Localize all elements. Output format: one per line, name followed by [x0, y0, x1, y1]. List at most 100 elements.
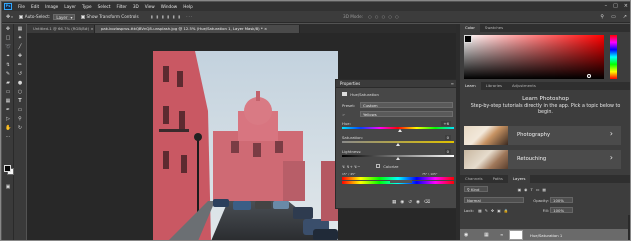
- tab-adjustments[interactable]: Adjustments: [507, 82, 541, 90]
- foreground-color-swatch[interactable]: [4, 165, 11, 172]
- workspace-icon[interactable]: ▭: [611, 14, 616, 20]
- view-previous-icon[interactable]: ◉: [400, 200, 408, 205]
- tab-photo[interactable]: pak-kozlasprus-ttkQBVnQ8-unsplash.jpg @ …: [95, 25, 300, 33]
- layer-filter-icons[interactable]: ▣◉T▭▦: [518, 187, 549, 192]
- photo-image[interactable]: [153, 51, 338, 240]
- tab-layers[interactable]: Layers: [507, 175, 531, 183]
- lightness-value[interactable]: 0: [444, 149, 451, 154]
- eyedropper-tool-icon[interactable]: ↯: [5, 62, 11, 68]
- hue-strip[interactable]: [610, 35, 617, 79]
- color-picker-cursor[interactable]: [587, 74, 591, 78]
- tab-paths[interactable]: Paths: [488, 175, 508, 183]
- learn-card-retouching[interactable]: Retouching ›: [464, 150, 621, 169]
- minimize-icon[interactable]: –: [605, 3, 608, 9]
- menu-select[interactable]: Select: [98, 4, 111, 9]
- auto-select-dropdown[interactable]: Layer: [53, 13, 75, 20]
- zoom-tool-icon[interactable]: ⚲: [17, 116, 23, 122]
- tab-libraries[interactable]: Libraries: [481, 82, 507, 90]
- artboard-tool-icon[interactable]: ▦: [17, 26, 23, 32]
- brush-tool-icon[interactable]: ✎: [5, 71, 11, 77]
- pen-tool-icon[interactable]: ✒: [5, 107, 11, 113]
- maximize-icon[interactable]: □: [613, 3, 618, 9]
- lasso-tool-icon[interactable]: ➰: [5, 44, 11, 50]
- hand-tool-icon[interactable]: ✋: [5, 125, 11, 131]
- layer-mask-thumbnail[interactable]: [509, 230, 523, 240]
- stamp-tool-icon[interactable]: ▰: [5, 80, 11, 86]
- layer-name[interactable]: Hue/Saturation 1: [530, 233, 562, 238]
- layer-row-hue-saturation[interactable]: ◉ ▦ ∞ Hue/Saturation 1: [460, 229, 630, 240]
- tab-channels[interactable]: Channels: [460, 175, 488, 183]
- learn-card-photography[interactable]: Photography ›: [464, 126, 621, 145]
- tab-learn[interactable]: Learn: [460, 82, 481, 90]
- dodge-tool-icon[interactable]: ○: [17, 89, 23, 95]
- chevron-down-icon[interactable]: ▾: [11, 15, 13, 19]
- channel-dropdown[interactable]: Yellows: [360, 111, 453, 117]
- tab-untitled[interactable]: Untitled-1 @ 66.7% (RGB/8#) ×: [27, 25, 95, 33]
- reset-icon[interactable]: ↺: [408, 200, 416, 205]
- fill-field[interactable]: 100%: [550, 207, 574, 213]
- menu-edit[interactable]: Edit: [31, 4, 39, 9]
- quick-mask-icon[interactable]: ▣: [5, 184, 11, 190]
- eye-icon[interactable]: ◉: [464, 232, 468, 238]
- lock-icons[interactable]: ▦✎✥▣🔒: [478, 208, 511, 213]
- rotate-view-tool-icon[interactable]: ↻: [17, 125, 23, 131]
- type-tool-icon[interactable]: T: [17, 98, 23, 104]
- color-panel-foreground[interactable]: [464, 35, 472, 43]
- tab-swatches[interactable]: Swatches: [480, 24, 508, 32]
- auto-select-checkbox[interactable]: [18, 14, 23, 19]
- eyedropper-buttons[interactable]: ↯ ↯+ ↯−: [342, 164, 360, 169]
- hue-slider-thumb[interactable]: [398, 129, 403, 132]
- crop-tool-icon[interactable]: ⌖: [5, 53, 11, 59]
- color-picker-field[interactable]: [464, 35, 604, 79]
- 3d-mode-icons[interactable]: ○ ○ ○ ○ ○: [368, 14, 400, 19]
- menu-window[interactable]: Window: [161, 4, 178, 9]
- opacity-field[interactable]: 100%: [550, 197, 573, 203]
- share-icon[interactable]: ↗: [623, 14, 627, 20]
- move-tool-icon[interactable]: ✥: [6, 14, 10, 20]
- blend-mode-dropdown[interactable]: Normal: [464, 197, 524, 203]
- eraser-tool-icon[interactable]: ▭: [5, 89, 11, 95]
- shape-tool-icon[interactable]: ▭: [17, 107, 23, 113]
- gradient-tool-icon[interactable]: ▦: [5, 98, 11, 104]
- options-bar: ✥ ▾ Auto-Select: Layer Show Transform Co…: [2, 11, 630, 23]
- pencil-tool-icon[interactable]: ✏: [17, 62, 23, 68]
- saturation-slider-thumb[interactable]: [396, 143, 400, 146]
- blur-tool-icon[interactable]: ●: [17, 80, 23, 86]
- more-options-button[interactable]: ···: [186, 14, 193, 19]
- link-icon[interactable]: ∞: [500, 232, 503, 237]
- close-icon[interactable]: ×: [624, 3, 628, 9]
- history-brush-tool-icon[interactable]: ↺: [17, 71, 23, 77]
- menu-image[interactable]: Image: [45, 4, 58, 9]
- saturation-value[interactable]: 0: [444, 135, 451, 140]
- menu-filter[interactable]: Filter: [116, 4, 126, 9]
- hand-adjust-icon[interactable]: ☞: [342, 112, 345, 117]
- search-icon[interactable]: ⚲: [600, 14, 604, 20]
- menu-type[interactable]: Type: [82, 4, 92, 9]
- visibility-icon[interactable]: ◉: [416, 200, 424, 205]
- range-slider-handle[interactable]: [390, 180, 412, 183]
- menu-view[interactable]: View: [145, 4, 155, 9]
- lightness-slider-thumb[interactable]: [396, 157, 400, 160]
- menu-3d[interactable]: 3D: [133, 4, 139, 9]
- path-selection-tool-icon[interactable]: ▷: [5, 116, 11, 122]
- panel-menu-icon[interactable]: ≡: [451, 80, 454, 88]
- colorize-checkbox[interactable]: [376, 164, 380, 168]
- slice-tool-icon[interactable]: ╱: [17, 44, 23, 50]
- move-tool-icon[interactable]: ✥: [5, 26, 11, 32]
- tab-color[interactable]: Color: [460, 24, 480, 32]
- menu-file[interactable]: File: [18, 4, 25, 9]
- marquee-tool-icon[interactable]: □: [5, 35, 11, 41]
- photo-scene: [153, 51, 338, 240]
- menu-layer[interactable]: Layer: [64, 4, 76, 9]
- show-transform-checkbox[interactable]: [80, 14, 85, 19]
- more-tools-icon[interactable]: ⋯: [5, 134, 11, 140]
- magic-wand-tool-icon[interactable]: ✦: [17, 35, 23, 41]
- preset-dropdown[interactable]: Custom: [360, 102, 453, 108]
- align-buttons[interactable]: ▮ ▮ ▮ ▮ ▮ ▮: [151, 14, 182, 19]
- delete-icon[interactable]: ⌫: [424, 200, 434, 205]
- healing-tool-icon[interactable]: ✚: [17, 53, 23, 59]
- menu-help[interactable]: Help: [183, 4, 193, 9]
- hue-value[interactable]: +6: [441, 121, 451, 126]
- canvas-area[interactable]: Properties ≡ Hue/Saturation Preset: Cust…: [27, 33, 456, 240]
- filter-kind-dropdown[interactable]: ⚲ Kind: [464, 186, 489, 192]
